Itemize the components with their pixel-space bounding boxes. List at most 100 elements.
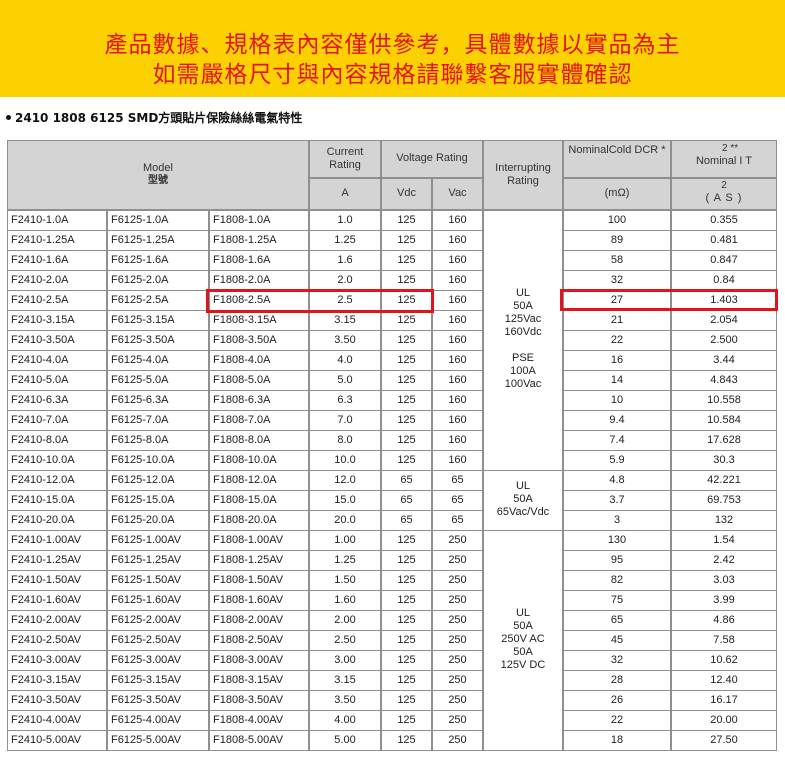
cell-voltage-vdc: 125	[381, 310, 432, 331]
cell-model-1808: F1808-4.0A	[209, 350, 309, 371]
header-dcr: NominalCold DCR *	[563, 140, 671, 178]
cell-i2t: 2.054	[671, 310, 777, 331]
cell-i2t: 17.628	[671, 430, 777, 451]
cell-cold-dcr: 22	[563, 330, 671, 351]
cell-model-2410: F2410-3.50AV	[7, 690, 107, 711]
cell-model-6125: F6125-4.0A	[107, 350, 209, 371]
cell-i2t: 3.03	[671, 570, 777, 591]
cell-current-rating: 1.0	[309, 210, 381, 231]
cell-model-6125: F6125-1.50AV	[107, 570, 209, 591]
header-model-label: Model	[143, 162, 173, 174]
cell-i2t: 4.843	[671, 370, 777, 391]
header-dcr-unit: (mΩ)	[563, 178, 671, 210]
cell-model-1808: F1808-6.3A	[209, 390, 309, 411]
cell-voltage-vdc: 125	[381, 610, 432, 631]
interrupting-rating-line: 250V AC	[501, 633, 545, 645]
cell-i2t: 27.50	[671, 730, 777, 751]
cell-model-2410: F2410-5.0A	[7, 370, 107, 391]
cell-voltage-vac: 160	[432, 350, 483, 371]
cell-model-2410: F2410-1.0A	[7, 210, 107, 231]
interrupting-rating-line: UL	[515, 607, 531, 619]
cell-model-2410: F2410-1.6A	[7, 250, 107, 271]
cell-voltage-vdc: 125	[381, 370, 432, 391]
highlight-box-model	[206, 289, 434, 313]
header-interrupting-rating: Interrupting Rating	[483, 140, 563, 210]
cell-cold-dcr: 4.8	[563, 470, 671, 491]
interrupting-rating-line: PSE	[511, 352, 534, 364]
header-i2t: 2 ** Nominal I T	[671, 140, 777, 178]
cell-voltage-vdc: 125	[381, 630, 432, 651]
cell-voltage-vac: 65	[432, 510, 483, 531]
cell-voltage-vac: 250	[432, 690, 483, 711]
cell-model-2410: F2410-1.00AV	[7, 530, 107, 551]
cell-voltage-vac: 160	[432, 410, 483, 431]
cell-current-rating: 1.6	[309, 250, 381, 271]
cell-i2t: 3.99	[671, 590, 777, 611]
cell-voltage-vdc: 125	[381, 390, 432, 411]
cell-i2t: 42.221	[671, 470, 777, 491]
cell-current-rating: 5.0	[309, 370, 381, 391]
cell-model-2410: F2410-7.0A	[7, 410, 107, 431]
interrupting-rating-group: UL 50A 250V AC 50A 125V DC	[483, 530, 563, 751]
cell-model-1808: F1808-3.15AV	[209, 670, 309, 691]
cell-cold-dcr: 10	[563, 390, 671, 411]
cell-model-2410: F2410-8.0A	[7, 430, 107, 451]
cell-cold-dcr: 28	[563, 670, 671, 691]
bullet-icon	[6, 115, 11, 120]
cell-model-1808: F1808-7.0A	[209, 410, 309, 431]
interrupting-rating-line: 125Vac	[504, 313, 542, 325]
interrupting-rating-line: 100A	[510, 365, 536, 377]
notice-banner: 產品數據、規格表內容僅供參考，具體數據以實品為主 如需嚴格尺寸與內容規格請聯繫客…	[0, 0, 785, 97]
cell-voltage-vac: 65	[432, 470, 483, 491]
cell-model-6125: F6125-12.0A	[107, 470, 209, 491]
cell-cold-dcr: 130	[563, 530, 671, 551]
cell-cold-dcr: 18	[563, 730, 671, 751]
cell-i2t: 16.17	[671, 690, 777, 711]
cell-current-rating: 1.60	[309, 590, 381, 611]
cell-model-2410: F2410-6.3A	[7, 390, 107, 411]
cell-voltage-vac: 250	[432, 630, 483, 651]
cell-current-rating: 2.00	[309, 610, 381, 631]
cell-model-6125: F6125-20.0A	[107, 510, 209, 531]
cell-model-2410: F2410-2.0A	[7, 270, 107, 291]
cell-model-1808: F1808-1.50AV	[209, 570, 309, 591]
interrupting-rating-group: UL 50A 125Vac 160Vdc PSE 100A 100Vac	[483, 210, 563, 471]
header-i2t-sup: 2 **	[722, 143, 739, 154]
header-interrupting-rating-label: Interrupting Rating	[495, 162, 551, 187]
cell-model-6125: F6125-8.0A	[107, 430, 209, 451]
cell-cold-dcr: 3	[563, 510, 671, 531]
cell-model-6125: F6125-5.00AV	[107, 730, 209, 751]
cell-current-rating: 3.15	[309, 670, 381, 691]
cell-model-2410: F2410-1.60AV	[7, 590, 107, 611]
cell-model-1808: F1808-1.60AV	[209, 590, 309, 611]
cell-i2t: 20.00	[671, 710, 777, 731]
cell-model-6125: F6125-1.60AV	[107, 590, 209, 611]
cell-i2t: 69.753	[671, 490, 777, 511]
cell-i2t: 132	[671, 510, 777, 531]
interrupting-rating-line: 50A	[513, 493, 533, 505]
cell-voltage-vdc: 125	[381, 530, 432, 551]
header-model-zh: 型號	[148, 175, 168, 186]
cell-model-1808: F1808-1.25A	[209, 230, 309, 251]
cell-voltage-vac: 250	[432, 610, 483, 631]
cell-current-rating: 10.0	[309, 450, 381, 471]
cell-i2t: 0.847	[671, 250, 777, 271]
cell-current-rating: 6.3	[309, 390, 381, 411]
cell-i2t: 10.62	[671, 650, 777, 671]
header-current-rating-label: Current Rating	[326, 146, 364, 171]
cell-voltage-vdc: 125	[381, 230, 432, 251]
cell-cold-dcr: 65	[563, 610, 671, 631]
cell-cold-dcr: 82	[563, 570, 671, 591]
interrupting-rating-line: 125V DC	[500, 659, 546, 671]
header-model: Model 型號	[7, 140, 309, 210]
cell-current-rating: 1.00	[309, 530, 381, 551]
cell-model-1808: F1808-2.00AV	[209, 610, 309, 631]
cell-model-6125: F6125-1.0A	[107, 210, 209, 231]
cell-model-2410: F2410-3.00AV	[7, 650, 107, 671]
cell-cold-dcr: 21	[563, 310, 671, 331]
cell-model-6125: F6125-2.5A	[107, 290, 209, 311]
cell-current-rating: 3.15	[309, 310, 381, 331]
cell-current-rating: 1.25	[309, 230, 381, 251]
cell-current-rating: 8.0	[309, 430, 381, 451]
header-current-unit: A	[309, 178, 381, 210]
